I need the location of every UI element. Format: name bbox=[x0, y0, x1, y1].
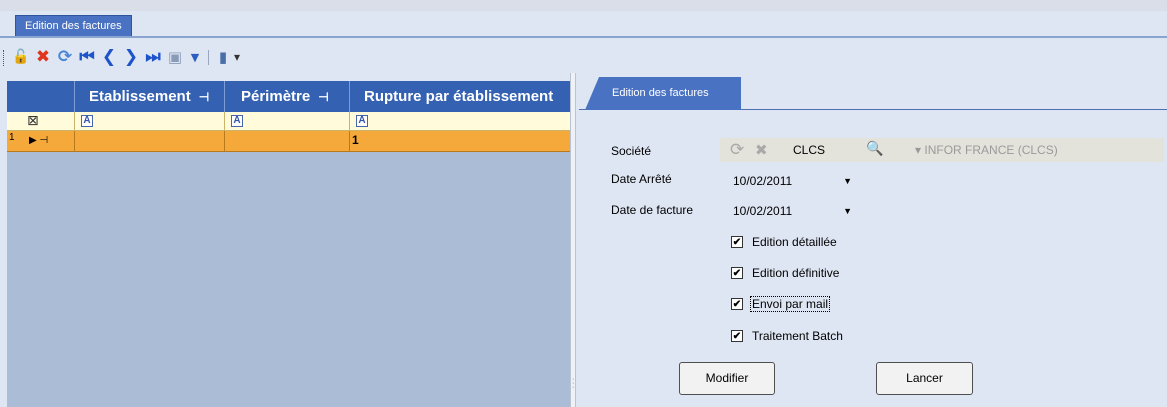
filter-cell-etablissement[interactable]: A bbox=[75, 112, 225, 131]
search-icon[interactable]: 🔍 bbox=[866, 141, 883, 157]
cell-perimetre[interactable] bbox=[225, 131, 350, 152]
prev-record-icon[interactable]: ❮ bbox=[98, 44, 120, 70]
data-grid: Etablissement ⊣ Périmètre ⊣ Rupture par ét… bbox=[7, 81, 570, 407]
date-facture-picker[interactable]: 10/02/2011 ▼ bbox=[731, 199, 856, 223]
last-record-icon[interactable]: ⏭ bbox=[142, 44, 164, 70]
checkbox-label: Envoi par mail bbox=[749, 296, 831, 312]
first-record-icon[interactable]: ⏮ bbox=[76, 44, 98, 70]
toolbar-grip[interactable] bbox=[3, 50, 6, 66]
checkbox-box[interactable]: ✔ bbox=[731, 298, 743, 310]
checkbox-box[interactable]: ✔ bbox=[731, 330, 743, 342]
societe-label: Société bbox=[611, 144, 652, 158]
next-record-icon[interactable]: ❯ bbox=[120, 44, 142, 70]
toolbar-separator bbox=[208, 50, 209, 65]
document-tab[interactable]: Edition des factures bbox=[15, 15, 132, 36]
column-header-label: Etablissement bbox=[89, 88, 191, 105]
date-arrete-label: Date Arrêté bbox=[611, 172, 672, 186]
lancer-button[interactable]: Lancer bbox=[876, 362, 973, 395]
checkbox-label: Edition définitive bbox=[752, 266, 840, 280]
checkbox-label: Edition détaillée bbox=[752, 235, 837, 249]
splitter-handle-icon: · · · bbox=[572, 376, 575, 391]
checkbox-box[interactable]: ✔ bbox=[731, 236, 743, 248]
top-strip bbox=[0, 0, 1167, 11]
date-facture-label: Date de facture bbox=[611, 203, 694, 217]
filter-cell-perimetre[interactable]: A bbox=[225, 112, 350, 131]
tab-underline bbox=[0, 36, 1167, 38]
filter-cell-rupture[interactable]: A bbox=[350, 112, 570, 131]
lock-icon[interactable]: 🔓 bbox=[10, 44, 32, 70]
tab-edition-des-factures[interactable]: Edition des factures bbox=[585, 77, 741, 110]
grid-header-row: Etablissement ⊣ Périmètre ⊣ Rupture par ét… bbox=[7, 81, 570, 112]
filter-clear-icon[interactable]: ⊠ bbox=[27, 112, 39, 130]
cell-etablissement[interactable] bbox=[75, 131, 225, 152]
societe-code-input[interactable]: CLCS bbox=[793, 143, 825, 157]
pin-icon[interactable]: ⊣ bbox=[318, 90, 328, 104]
table-row[interactable]: 1 ▶ ⊣ 1 bbox=[7, 131, 570, 152]
row-indicator-icon: ▶ ⊣ bbox=[29, 135, 49, 146]
pin-icon[interactable]: ⊣ bbox=[199, 90, 209, 104]
clear-icon[interactable]: ✖ bbox=[755, 141, 768, 159]
column-header-perimetre[interactable]: Périmètre ⊣ bbox=[225, 81, 350, 112]
row-header-corner bbox=[7, 81, 75, 112]
date-arrete-picker[interactable]: 10/02/2011 ▼ bbox=[731, 169, 856, 193]
modifier-button[interactable]: Modifier bbox=[679, 362, 775, 395]
panel-splitter[interactable]: · · · bbox=[570, 73, 576, 407]
column-header-label: Périmètre bbox=[241, 88, 311, 105]
row-header-cell[interactable]: 1 ▶ ⊣ bbox=[7, 131, 75, 152]
chevron-down-icon[interactable]: ▼ bbox=[843, 169, 852, 193]
refresh-icon[interactable]: ⟳ bbox=[54, 44, 76, 70]
toolbar: 🔓 ✖ ⟳ ⏮ ❮ ❯ ⏭ ▣ ▼ ▮ ▾ bbox=[0, 44, 360, 70]
delete-icon[interactable]: ✖ bbox=[32, 44, 54, 70]
date-facture-value: 10/02/2011 bbox=[733, 204, 793, 218]
filter-text-icon[interactable]: A bbox=[231, 115, 243, 127]
cell-rupture[interactable]: 1 bbox=[350, 131, 570, 152]
chevron-down-icon[interactable]: ▼ bbox=[184, 44, 206, 70]
box-icon[interactable]: ▣ bbox=[164, 44, 186, 70]
filter-text-icon[interactable]: A bbox=[356, 115, 368, 127]
societe-name-select[interactable]: ▾ INFOR FRANCE (CLCS) bbox=[915, 143, 1058, 157]
societe-field: ⟳ ✖ CLCS 🔍 ▾ INFOR FRANCE (CLCS) bbox=[720, 138, 1164, 162]
date-arrete-value: 10/02/2011 bbox=[733, 174, 793, 188]
column-header-etablissement[interactable]: Etablissement ⊣ bbox=[75, 81, 225, 112]
checkbox-box[interactable]: ✔ bbox=[731, 267, 743, 279]
grid-filter-row: ⊠ A A A bbox=[7, 112, 570, 131]
filter-clear-cell[interactable]: ⊠ bbox=[7, 112, 75, 131]
column-header-rupture[interactable]: Rupture par établissement bbox=[350, 81, 570, 112]
row-index: 1 bbox=[9, 132, 15, 143]
column-header-label: Rupture par établissement bbox=[364, 88, 554, 105]
chevron-down-icon[interactable]: ▾ bbox=[230, 44, 244, 70]
chevron-down-icon[interactable]: ▼ bbox=[843, 199, 852, 223]
checkbox-label: Traitement Batch bbox=[752, 329, 843, 343]
filter-text-icon[interactable]: A bbox=[81, 115, 93, 127]
refresh-icon[interactable]: ⟳ bbox=[730, 140, 744, 160]
